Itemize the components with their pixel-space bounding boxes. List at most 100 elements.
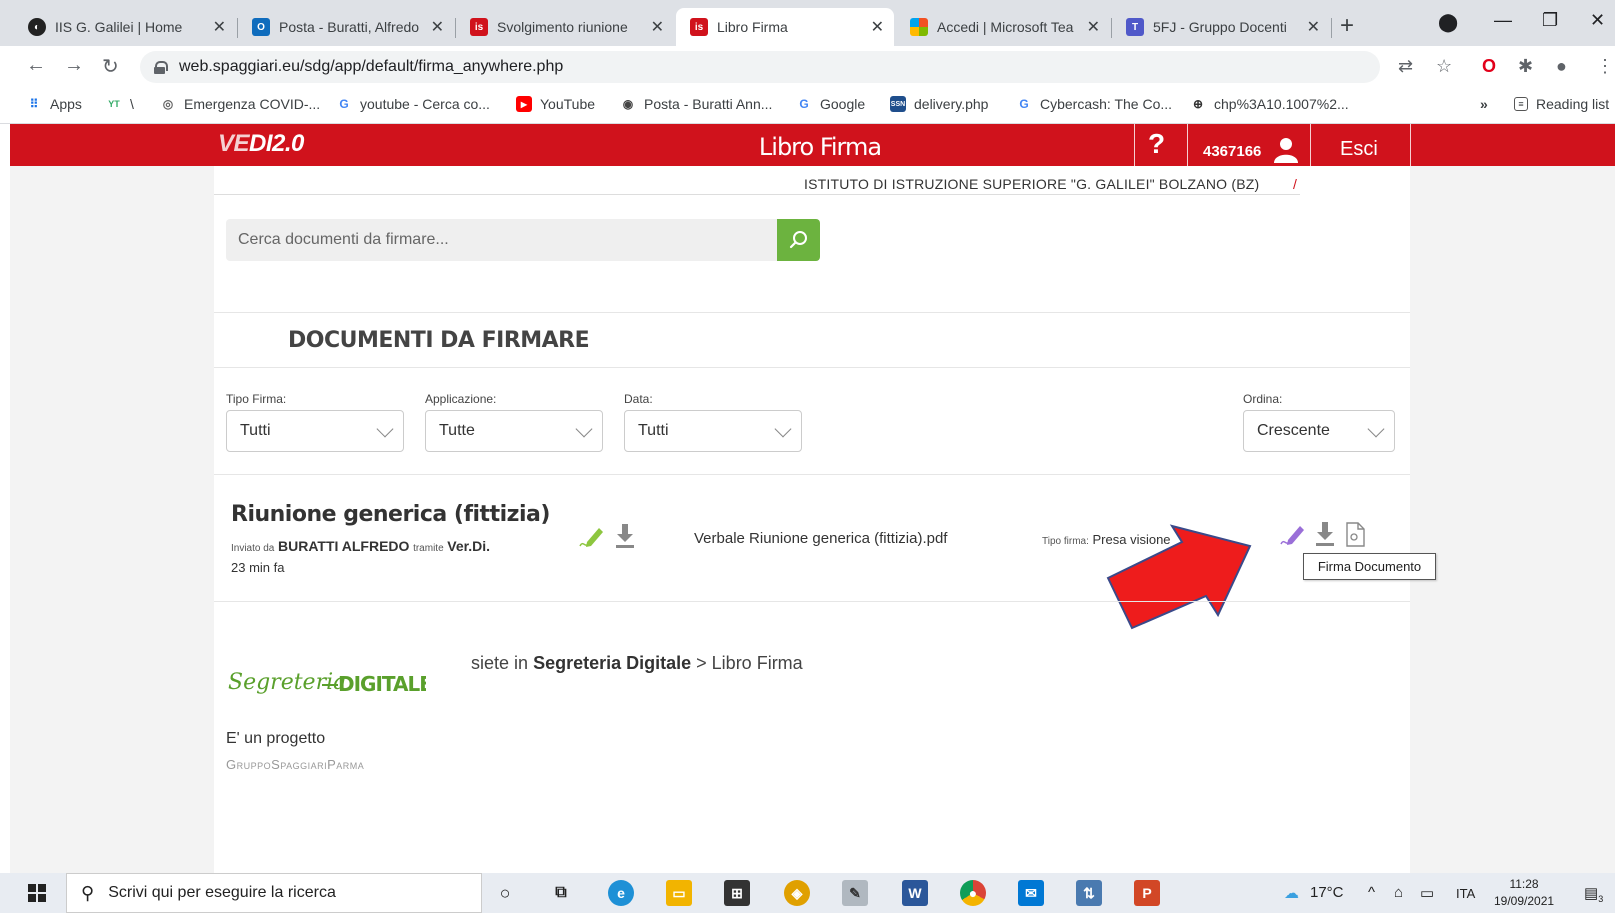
filter-select-applicazione[interactable]: Tutte: [425, 410, 603, 452]
profile-dot-icon[interactable]: ⬤: [1438, 12, 1458, 33]
search-input[interactable]: [226, 219, 778, 261]
temperature[interactable]: 17°C: [1310, 884, 1344, 901]
bookmark-star-icon[interactable]: ☆: [1436, 56, 1452, 77]
close-icon[interactable]: ✕: [871, 17, 884, 37]
tab-galilei-home[interactable]: ◐ IIS G. Galilei | Home ✕: [14, 8, 236, 46]
filter-select-data[interactable]: Tutti: [624, 410, 802, 452]
bookmark-covid[interactable]: ◎ Emergenza COVID-...: [160, 96, 320, 112]
windows-start-icon[interactable]: [28, 884, 46, 902]
download-icon[interactable]: [1314, 521, 1336, 547]
address-bar[interactable]: web.spaggiari.eu/sdg/app/default/firma_a…: [140, 51, 1380, 83]
filter-select-ordina[interactable]: Crescente: [1243, 410, 1395, 452]
chevron-down-icon: [774, 420, 792, 438]
verdi-logo[interactable]: VEDI2.0: [218, 130, 304, 158]
bookmark-apps[interactable]: ⠿ Apps: [26, 96, 82, 112]
preview-document-icon[interactable]: [1344, 522, 1366, 547]
breadcrumb-root[interactable]: Segreteria Digitale: [533, 653, 691, 673]
chevron-down-icon: [376, 420, 394, 438]
tab-libro-firma[interactable]: is Libro Firma ✕: [676, 8, 894, 46]
taskbar-clock[interactable]: 11:28 19/09/2021: [1494, 876, 1554, 910]
close-icon[interactable]: ✕: [431, 17, 444, 37]
forward-icon[interactable]: →: [64, 54, 84, 77]
restore-button[interactable]: ❐: [1542, 10, 1558, 31]
logo-rest: DI2.0: [249, 130, 304, 157]
close-icon[interactable]: ✕: [651, 17, 664, 37]
weather-icon[interactable]: ☁: [1284, 884, 1299, 902]
reading-list-button[interactable]: ≡ Reading list: [1514, 96, 1609, 112]
back-icon[interactable]: ←: [26, 54, 46, 77]
bookmark-label: chp%3A10.1007%2...: [1214, 96, 1349, 112]
battery-icon[interactable]: ▭: [1420, 884, 1434, 902]
bookmark-google[interactable]: G Google: [796, 96, 865, 112]
bookmark-label: Google: [820, 96, 866, 112]
opera-icon[interactable]: O: [1482, 56, 1496, 77]
extensions-icon[interactable]: ✱: [1518, 56, 1533, 77]
search-button[interactable]: [777, 219, 820, 261]
sign-document-icon[interactable]: [1280, 522, 1306, 546]
close-icon[interactable]: ✕: [213, 17, 226, 37]
translate-icon[interactable]: ⇄: [1398, 56, 1413, 77]
school-underline: [214, 194, 1300, 195]
menu-icon[interactable]: ⋮: [1596, 56, 1614, 77]
company-logo-text[interactable]: GruppoSpaggiariParma: [226, 757, 364, 772]
filter-select-tipo-firma[interactable]: Tutti: [226, 410, 404, 452]
globe-icon: ◉: [622, 97, 634, 111]
store-icon[interactable]: ⊞: [724, 880, 750, 906]
profile-icon[interactable]: ●: [1556, 56, 1567, 77]
more-bookmarks-button[interactable]: »: [1480, 96, 1488, 112]
filter-label-tipo-firma: Tipo Firma:: [226, 392, 287, 406]
tab-5fj-gruppo-docenti[interactable]: T 5FJ - Gruppo Docenti ✕: [1112, 8, 1330, 46]
user-id[interactable]: 4367166: [1203, 143, 1261, 160]
section-divider: [214, 312, 1410, 313]
help-button[interactable]: ?: [1148, 128, 1165, 160]
onedrive-icon[interactable]: ⌂: [1394, 884, 1403, 901]
reload-icon[interactable]: ↻: [102, 54, 119, 79]
minimize-button[interactable]: —: [1494, 10, 1512, 31]
close-window-button[interactable]: ✕: [1590, 10, 1605, 31]
bookmark-youtube[interactable]: ▶ YouTube: [516, 96, 595, 112]
app-icon[interactable]: ✎: [842, 880, 868, 906]
header-divider: [1134, 124, 1135, 166]
bookmark-delivery[interactable]: SSN delivery.php: [890, 96, 988, 112]
user-icon[interactable]: [1273, 137, 1299, 163]
bookmark-cybercash[interactable]: G Cybercash: The Co...: [1016, 96, 1172, 112]
network-app-icon[interactable]: ⇅: [1076, 880, 1102, 906]
document-filename[interactable]: Verbale Riunione generica (fittizia).pdf: [694, 530, 947, 547]
bookmark-youtube-search[interactable]: G youtube - Cerca co...: [336, 96, 490, 112]
language-indicator[interactable]: ITA: [1456, 886, 1475, 901]
tab-posta[interactable]: O Posta - Buratti, Alfredo ✕: [238, 8, 454, 46]
more-bookmarks-label: »: [1480, 96, 1488, 112]
new-tab-button[interactable]: +: [1340, 12, 1354, 40]
bookmark-label: Emergenza COVID-...: [184, 96, 321, 112]
bookmark-ytmp3[interactable]: YT \: [106, 96, 134, 112]
document-sender-line: Inviato da BURATTI ALFREDO tramite Ver.D…: [231, 538, 490, 554]
bookmark-posta[interactable]: ◉ Posta - Buratti Ann...: [620, 96, 773, 112]
close-icon[interactable]: ✕: [1307, 17, 1320, 37]
bookmark-label: YouTube: [540, 96, 596, 112]
chrome-icon[interactable]: ●: [960, 880, 986, 906]
mail-icon[interactable]: ✉: [1018, 880, 1044, 906]
download-icon[interactable]: [614, 523, 636, 549]
tab-title: Svolgimento riunione: [497, 19, 628, 35]
tray-chevron-up-icon[interactable]: ^: [1368, 884, 1375, 901]
segreteria-digitale-logo[interactable]: Segreteria DIGITALE: [226, 663, 426, 699]
tab-svolgimento[interactable]: is Svolgimento riunione ✕: [456, 8, 674, 46]
bookmark-chp[interactable]: ⊕ chp%3A10.1007%2...: [1190, 96, 1349, 112]
tab-microsoft-teams-login[interactable]: Accedi | Microsoft Tea ✕: [896, 8, 1110, 46]
chevron-down-icon: [575, 420, 593, 438]
filter-label-applicazione: Applicazione:: [425, 392, 497, 406]
logout-button[interactable]: Esci: [1340, 138, 1378, 161]
powerpoint-icon[interactable]: P: [1134, 880, 1160, 906]
edge-icon[interactable]: e: [608, 880, 634, 906]
file-explorer-icon[interactable]: ▭: [666, 880, 692, 906]
sign-pen-icon[interactable]: [579, 524, 605, 548]
photos-icon[interactable]: ◈: [784, 880, 810, 906]
word-icon[interactable]: W: [902, 880, 928, 906]
tab-title: 5FJ - Gruppo Docenti: [1153, 19, 1287, 35]
red-arrow-annotation: [1106, 524, 1252, 630]
notification-center-icon[interactable]: ▤3: [1584, 884, 1603, 904]
task-view-icon[interactable]: ⧉: [548, 880, 574, 906]
cortana-icon[interactable]: ○: [492, 880, 518, 906]
close-icon[interactable]: ✕: [1087, 17, 1100, 37]
taskbar-search[interactable]: ⚲ Scrivi qui per eseguire la ricerca: [66, 873, 482, 913]
